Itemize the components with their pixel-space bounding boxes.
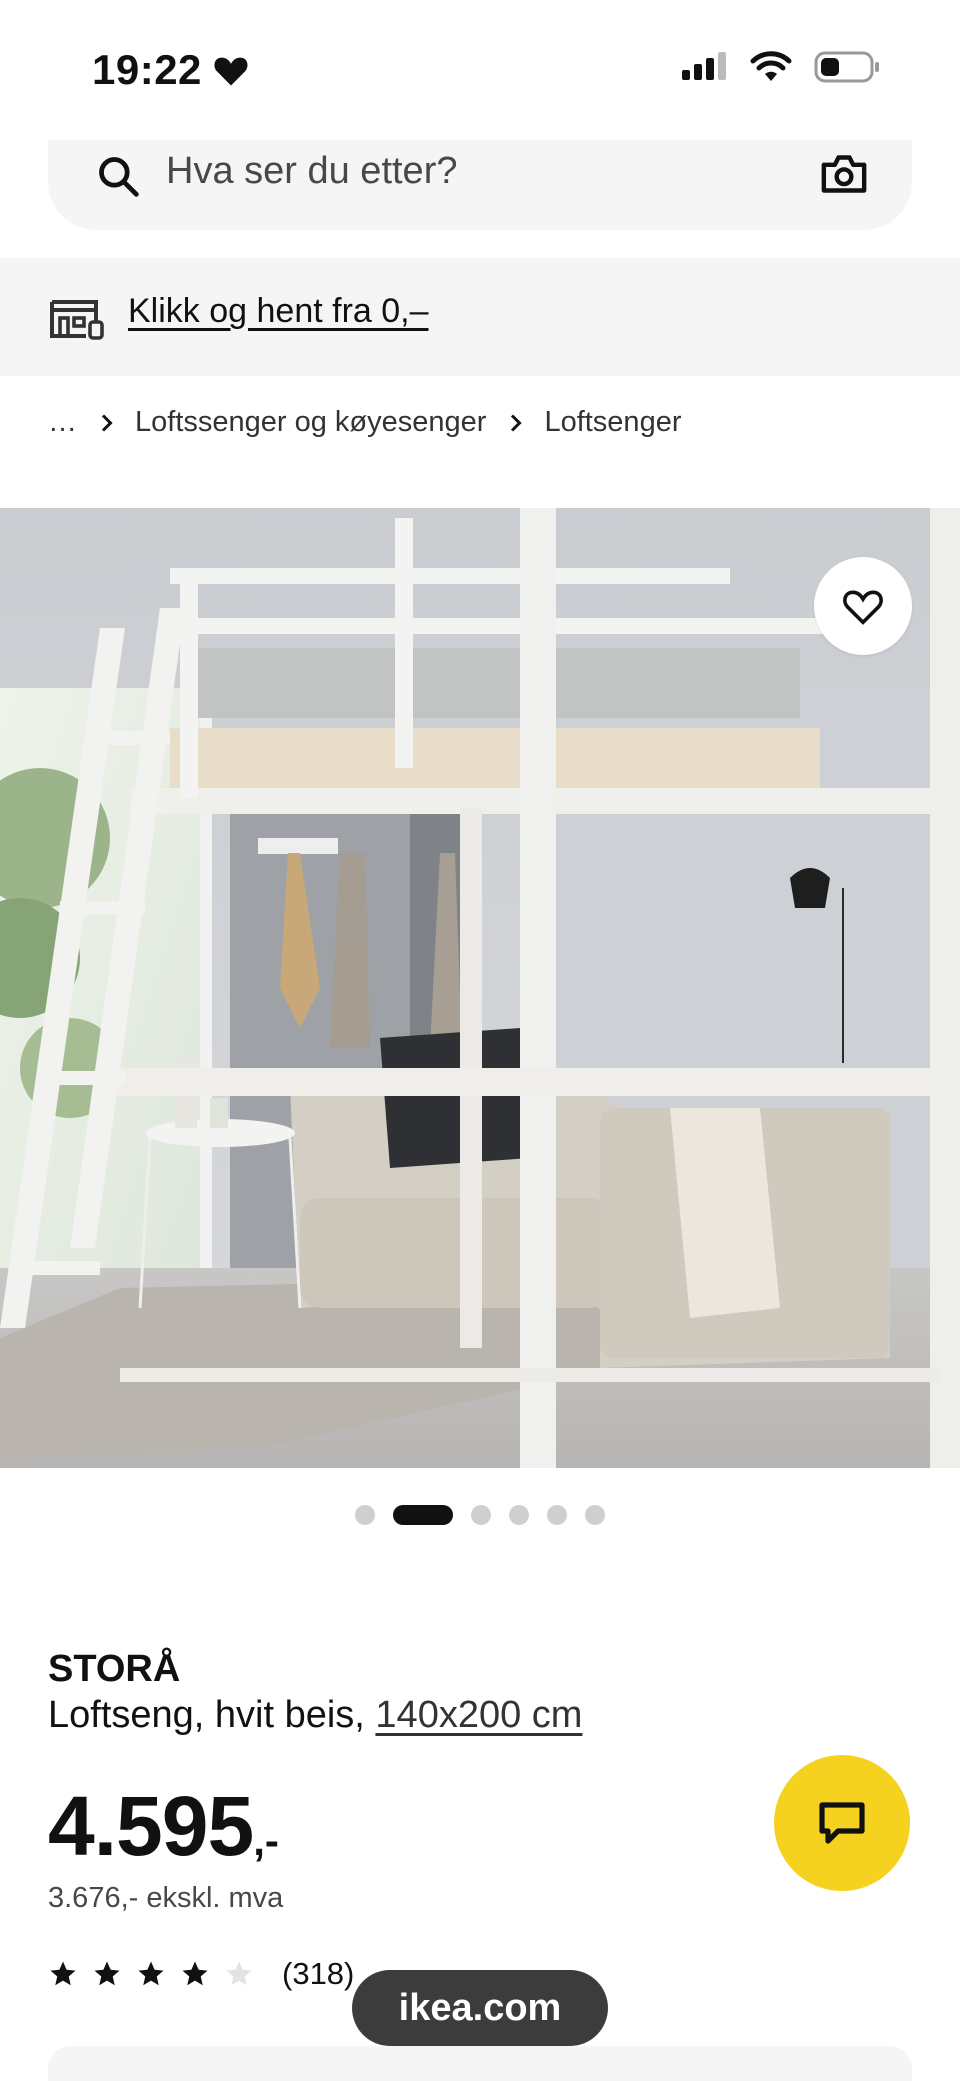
status-time: 19:22 (92, 46, 250, 94)
product-description: Loftseng, hvit beis, 140x200 cm (48, 1694, 582, 1737)
star-filled-icon (50, 1961, 76, 1986)
gallery-dot-active[interactable] (393, 1505, 453, 1525)
star-filled-icon (94, 1961, 120, 1986)
status-time-text: 19:22 (92, 46, 202, 93)
gallery-dot[interactable] (471, 1505, 491, 1525)
star-empty-icon (226, 1961, 252, 1986)
gallery-pagination (0, 1505, 960, 1525)
next-section-card (48, 2046, 912, 2081)
gallery-dot[interactable] (547, 1505, 567, 1525)
click-and-collect-banner[interactable]: Klikk og hent fra 0,– (0, 258, 960, 376)
click-and-collect-link[interactable]: Klikk og hent fra 0,– (128, 292, 429, 331)
camera-icon[interactable] (820, 152, 868, 196)
product-name: STORÅ (48, 1648, 181, 1690)
cellular-signal-icon (682, 52, 726, 80)
wifi-icon (750, 51, 792, 81)
heart-outline-icon (843, 590, 883, 625)
price-excl-vat: 3.676,- ekskl. mva (48, 1882, 284, 1914)
price-suffix: ,- (253, 1817, 279, 1864)
review-count[interactable]: (318) (282, 1956, 354, 1992)
product-type-text: Loftseng, hvit beis, (48, 1694, 376, 1736)
heart-icon (214, 57, 248, 86)
gallery-dot[interactable] (585, 1505, 605, 1525)
chat-button[interactable] (774, 1755, 910, 1891)
product-image[interactable] (0, 508, 960, 1468)
chevron-right-icon (511, 413, 523, 432)
status-bar: 19:22 (0, 0, 960, 140)
price-main: 4.595 (48, 1779, 254, 1873)
star-filled-icon (182, 1961, 208, 1986)
product-photo-loft-bed (0, 508, 960, 1468)
star-filled-icon (138, 1961, 164, 1986)
breadcrumb-item-loft-and-bunk-beds[interactable]: Loftssenger og køyesenger (135, 406, 486, 439)
search-placeholder: Hva ser du etter? (166, 150, 458, 192)
gallery-dot[interactable] (509, 1505, 529, 1525)
breadcrumb: … Loftssenger og køyesenger Loftsenger (48, 406, 681, 439)
chat-icon (819, 1802, 865, 1844)
battery-icon (814, 51, 879, 83)
search-input[interactable]: Hva ser du etter? (48, 140, 912, 230)
store-icon (50, 300, 104, 340)
breadcrumb-item-loft-beds[interactable]: Loftsenger (544, 406, 681, 439)
favorite-button[interactable] (814, 557, 912, 655)
status-icons (680, 50, 880, 84)
gallery-dot[interactable] (355, 1505, 375, 1525)
chevron-right-icon (101, 413, 113, 432)
browser-url-pill[interactable]: ikea.com (352, 1970, 608, 2046)
product-rating[interactable]: (318) (48, 1956, 354, 1992)
product-size-link[interactable]: 140x200 cm (375, 1694, 582, 1736)
product-price: 4.595,- (48, 1778, 279, 1875)
search-icon[interactable] (96, 154, 140, 198)
breadcrumb-ellipsis[interactable]: … (48, 406, 77, 439)
